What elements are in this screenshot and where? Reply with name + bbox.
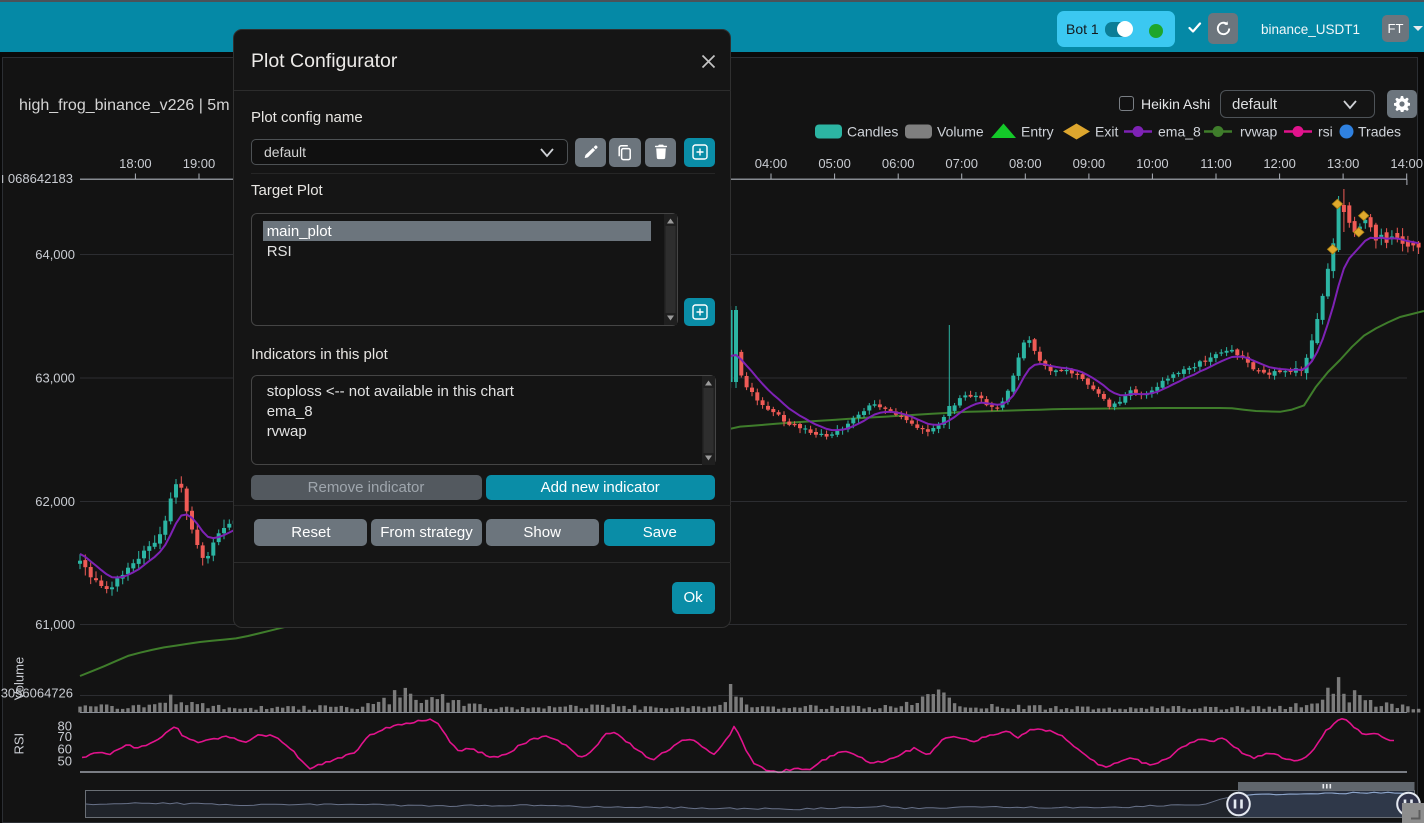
svg-text:04:00: 04:00 — [755, 156, 788, 171]
svg-text:06:00: 06:00 — [882, 156, 915, 171]
svg-text:62,000: 62,000 — [35, 494, 75, 509]
svg-text:13:00: 13:00 — [1327, 156, 1360, 171]
svg-text:Trades: Trades — [1358, 124, 1401, 140]
svg-text:61,000: 61,000 — [35, 617, 75, 632]
svg-text:ema_8: ema_8 — [1158, 124, 1201, 140]
svg-text:05:00: 05:00 — [818, 156, 851, 171]
svg-text:Candles: Candles — [847, 124, 898, 140]
svg-text:12:00: 12:00 — [1263, 156, 1296, 171]
svg-text:RSI: RSI — [12, 733, 27, 755]
svg-text:63,000: 63,000 — [35, 371, 75, 386]
svg-text:rvwap: rvwap — [1240, 124, 1278, 140]
svg-text:high_frog_binance_v226 | 5m: high_frog_binance_v226 | 5m — [19, 97, 230, 114]
svg-text:Volume: Volume — [937, 124, 984, 140]
svg-text:10:00: 10:00 — [1136, 156, 1169, 171]
svg-text:18:00: 18:00 — [119, 156, 152, 171]
svg-text:09:00: 09:00 — [1073, 156, 1106, 171]
svg-text:068642183: 068642183 — [8, 171, 73, 186]
svg-text:Entry: Entry — [1021, 124, 1054, 140]
svg-text:08:00: 08:00 — [1009, 156, 1042, 171]
svg-text:Volume: Volume — [12, 657, 27, 700]
svg-text:rsi: rsi — [1318, 124, 1333, 140]
svg-text:50: 50 — [58, 753, 72, 768]
svg-text:19:00: 19:00 — [183, 156, 216, 171]
svg-text:11:00: 11:00 — [1200, 156, 1232, 171]
svg-text:14:00: 14:00 — [1390, 156, 1423, 171]
svg-text:07:00: 07:00 — [945, 156, 978, 171]
svg-text:64,000: 64,000 — [35, 247, 75, 262]
svg-text:Exit: Exit — [1095, 124, 1118, 140]
